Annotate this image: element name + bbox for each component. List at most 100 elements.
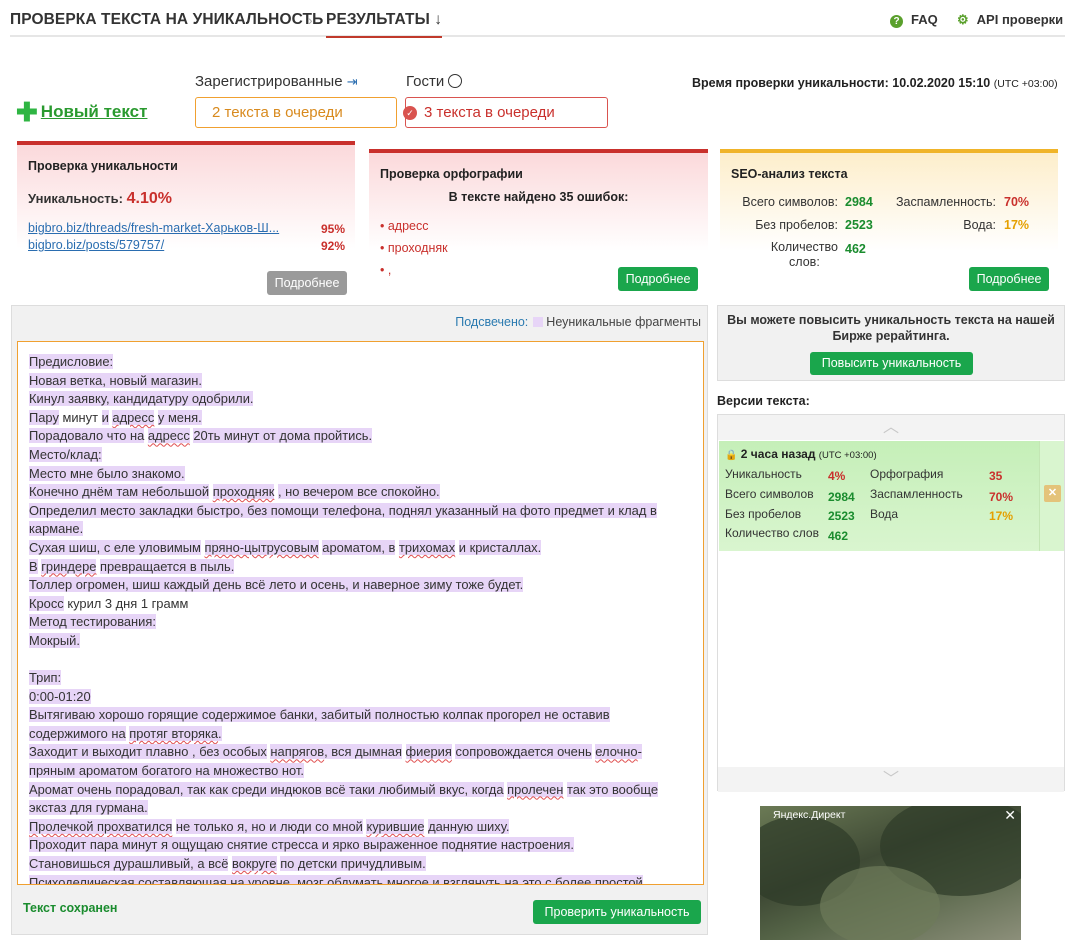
sign-in-icon: ⇥: [346, 74, 358, 89]
version-tz: (UTC +03:00): [818, 450, 877, 461]
chevron-up-icon: ︿: [882, 419, 899, 436]
version-water-label: Вода: [870, 507, 899, 521]
version-nospace-label: Без пробелов: [725, 507, 802, 521]
text-editor[interactable]: Предисловие: Новая ветка, новый магазин.…: [17, 341, 704, 885]
seo-card: SEO-анализ текста Всего символов: 2984 Б…: [720, 149, 1058, 293]
ad-image-shape: [820, 866, 940, 940]
legend-text: Неуникальные фрагменты: [546, 315, 701, 329]
source-link[interactable]: bigbro.biz/threads/fresh-market-Харьков-…: [28, 221, 279, 235]
version-words-value: 462: [828, 529, 849, 543]
version-orth-value: 35: [989, 469, 1003, 483]
check-circle-icon: ✓: [403, 106, 417, 120]
version-time: 🔒 2 часа назад (UTC +03:00): [725, 447, 877, 461]
check-time-tz: (UTC +03:00): [993, 78, 1058, 90]
versions-list: ︿ 🔒 2 часа назад (UTC +03:00) Уникальнос…: [717, 414, 1065, 792]
seo-words-label-1: Количество: [770, 240, 838, 254]
version-total-label: Всего символов: [725, 487, 814, 501]
orthography-card: Проверка орфографии В тексте найдено 35 …: [369, 149, 708, 293]
user-circle-icon: [448, 74, 463, 88]
check-time-text: Время проверки уникальности: 10.02.2020 …: [692, 76, 991, 90]
version-orth-label: Орфография: [870, 467, 944, 481]
editor-panel: Подсвечено: Неуникальные фрагменты Предис…: [11, 305, 708, 935]
guests-label-text: Гости: [406, 73, 445, 90]
seo-nospace-value: 2523: [845, 218, 873, 232]
error-item[interactable]: • проходняк: [380, 241, 448, 255]
error-item[interactable]: • адресс: [380, 219, 429, 233]
new-text-link[interactable]: ✚ Новый текст: [16, 97, 148, 127]
registered-queue-box: 2 текста в очереди: [195, 97, 397, 128]
source-link[interactable]: bigbro.biz/posts/579757/: [28, 238, 164, 252]
version-side: ✕: [1039, 441, 1064, 551]
error-item[interactable]: • ,: [380, 263, 391, 277]
seo-water-label: Вода:: [963, 218, 996, 232]
orthography-more-button[interactable]: Подробнее: [618, 267, 698, 291]
registered-label: Зарегистрированные ⇥: [195, 73, 358, 90]
source-pct: 95%: [320, 222, 345, 236]
registered-label-text: Зарегистрированные: [195, 73, 343, 90]
seo-nospace-label: Без пробелов:: [755, 218, 838, 232]
seo-words-label: Количество слов:: [771, 240, 838, 270]
orthography-summary: В тексте найдено 35 ошибок:: [448, 190, 629, 204]
versions-title: Версии текста:: [717, 394, 810, 408]
version-spam-value: 70%: [989, 490, 1014, 504]
seo-title: SEO-анализ текста: [731, 167, 848, 181]
seo-words-label-2: слов:: [789, 255, 820, 269]
delete-version-icon[interactable]: ✕: [1044, 485, 1061, 502]
close-icon[interactable]: ✕: [1004, 807, 1016, 824]
ad-label: Яндекс.Директ: [773, 809, 846, 821]
check-time: Время проверки уникальности: 10.02.2020 …: [692, 76, 1058, 90]
seo-spam-value: 70%: [1004, 195, 1030, 209]
chevron-down-icon: ﹀: [882, 771, 899, 788]
plus-icon: ✚: [16, 97, 38, 127]
rewrite-promo: Вы можете повысить уникальность текста н…: [717, 305, 1065, 381]
highlight-legend: Подсвечено: Неуникальные фрагменты: [455, 315, 701, 329]
version-total-value: 2984: [828, 490, 855, 504]
seo-total-label: Всего символов:: [742, 195, 838, 209]
promo-text: Вы можете повысить уникальность текста н…: [727, 313, 1055, 343]
version-uniq-label: Уникальность: [725, 467, 802, 481]
uniqueness-row: Уникальность: 4.10%: [28, 190, 172, 208]
top-navigation: ПРОВЕРКА ТЕКСТА НА УНИКАЛЬНОСТЬ › РЕЗУЛЬ…: [10, 0, 1065, 38]
uniqueness-value: 4.10%: [126, 190, 172, 207]
new-text-label[interactable]: Новый текст: [41, 102, 148, 122]
uniqueness-card: Проверка уникальности Уникальность: 4.10…: [17, 141, 355, 295]
breadcrumb-results[interactable]: РЕЗУЛЬТАТЫ ↓: [326, 11, 443, 38]
seo-words-value: 462: [845, 242, 866, 256]
api-link[interactable]: ⚙ API проверки: [957, 12, 1063, 28]
api-label: API проверки: [976, 12, 1064, 27]
lock-icon: 🔒: [725, 450, 738, 461]
version-words-label: Количество слов: [725, 526, 819, 540]
breadcrumb-check-text[interactable]: ПРОВЕРКА ТЕКСТА НА УНИКАЛЬНОСТЬ: [10, 11, 323, 29]
seo-more-button[interactable]: Подробнее: [969, 267, 1049, 291]
version-water-value: 17%: [989, 509, 1014, 523]
guests-queue-box: ✓ 3 текста в очереди: [403, 97, 608, 128]
chevron-right-icon: ›: [308, 12, 313, 28]
highlight-swatch: [533, 317, 544, 327]
gear-icon: ⚙: [957, 12, 969, 27]
scroll-up-button[interactable]: ︿: [718, 415, 1064, 440]
seo-spam-label: Заспамленность:: [895, 195, 996, 209]
increase-uniqueness-button[interactable]: Повысить уникальность: [810, 352, 973, 375]
guests-label: Гости: [406, 73, 463, 90]
scroll-down-button[interactable]: ﹀: [718, 767, 1064, 792]
version-spam-label: Заспамленность: [870, 487, 963, 501]
seo-water-value: 17%: [1004, 218, 1030, 232]
faq-link[interactable]: ? FAQ: [890, 12, 938, 28]
orthography-title: Проверка орфографии: [380, 167, 523, 181]
legend-label: Подсвечено:: [455, 315, 529, 329]
version-uniq-value: 4%: [828, 469, 846, 483]
version-time-text: 2 часа назад: [740, 447, 816, 461]
ad-banner[interactable]: Яндекс.Директ ✕: [760, 806, 1021, 940]
guests-queue-text: 3 текста в очереди: [424, 104, 555, 121]
seo-total-value: 2984: [845, 195, 873, 209]
faq-label: FAQ: [911, 12, 938, 27]
question-icon: ?: [890, 15, 903, 28]
saved-status: Текст сохранен: [23, 901, 118, 915]
version-item[interactable]: 🔒 2 часа назад (UTC +03:00) Уникальность…: [719, 441, 1039, 551]
check-uniqueness-button[interactable]: Проверить уникальность: [533, 900, 701, 924]
version-nospace-value: 2523: [828, 509, 855, 523]
source-pct: 92%: [320, 239, 345, 253]
uniqueness-more-button[interactable]: Подробнее: [267, 271, 347, 295]
uniqueness-label: Уникальность:: [28, 191, 123, 206]
uniqueness-title: Проверка уникальности: [28, 159, 178, 173]
